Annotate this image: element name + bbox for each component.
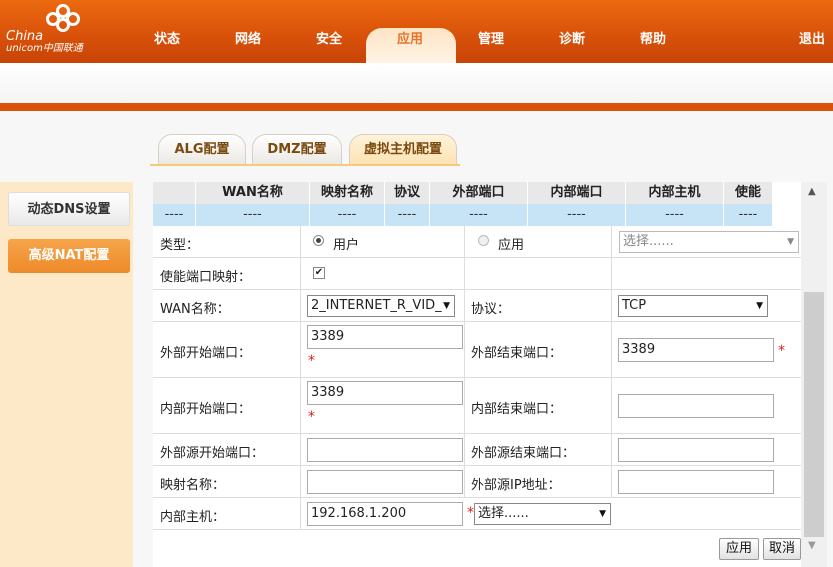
ext-end-input[interactable]: 3389 (618, 338, 774, 362)
nav-item-management[interactable]: 管理 (478, 32, 504, 48)
table-cell: ---- (724, 204, 773, 226)
table-header-external-port: 外部端口 (430, 182, 528, 204)
int-start-label: 内部开始端口： (160, 402, 252, 417)
chevron-down-icon: ▼ (756, 301, 763, 311)
cancel-button[interactable]: 取消 (763, 538, 801, 560)
top-navigation-bar: China unicom中国联通 状态 网络 安全 应用 管理 诊断 帮助 退出 (0, 0, 833, 63)
sidebar-item-advanced-nat[interactable]: 高级NAT配置 (8, 239, 130, 273)
type-user-radio[interactable] (313, 235, 324, 246)
table-cell: ---- (196, 204, 310, 226)
sub-navigation-bar (0, 63, 833, 103)
tab-alg-config[interactable]: ALG配置 (158, 134, 246, 164)
protocol-select-value: TCP (622, 298, 647, 313)
logo-text-line1: China (6, 29, 44, 44)
src-start-input[interactable] (307, 438, 463, 462)
table-cell: ---- (528, 204, 626, 226)
nav-item-security[interactable]: 安全 (316, 32, 342, 48)
form-row-external-ports: 外部开始端口： 3389 * 外部结束端口： 3389 * (153, 322, 801, 378)
int-end-label: 内部结束端口： (471, 402, 563, 417)
scrollbar-thumb[interactable] (804, 292, 824, 537)
chevron-down-icon: ▼ (443, 301, 450, 311)
int-end-input[interactable] (618, 394, 774, 418)
form-row-wan: WAN名称： 2_INTERNET_R_VID_ ▼ 协议： TCP ▼ (153, 290, 801, 322)
divider-line (0, 103, 833, 111)
src-end-label: 外部源结束端口： (471, 446, 576, 461)
logo-text-line2: unicom中国联通 (6, 43, 83, 54)
main-panel: WAN名称 映射名称 协议 外部端口 内部端口 内部主机 使能 ---- ---… (153, 182, 801, 567)
mapping-name-input[interactable] (307, 470, 463, 494)
unicom-knot-icon (46, 4, 92, 34)
tab-virtual-host-config[interactable]: 虚拟主机配置 (349, 134, 457, 164)
nav-item-network[interactable]: 网络 (235, 32, 261, 48)
scroll-down-arrow-icon[interactable]: ▼ (808, 540, 816, 551)
required-marker: * (308, 409, 315, 425)
table-cell: ---- (310, 204, 385, 226)
ext-start-label: 外部开始端口： (160, 346, 252, 361)
form-row-mapping-name: 映射名称： 外部源IP地址： (153, 466, 801, 498)
int-host-input[interactable]: 192.168.1.200 (307, 502, 463, 526)
enable-port-label: 使能端口映射： (160, 270, 252, 285)
src-end-input[interactable] (618, 438, 774, 462)
sidebar: 动态DNS设置 高级NAT配置 (0, 182, 133, 567)
wan-select-value: 2_INTERNET_R_VID_ (311, 298, 442, 313)
chevron-down-icon: ▼ (599, 509, 606, 519)
vertical-scrollbar[interactable]: ▲ ▼ (801, 182, 827, 567)
tab-dmz-config[interactable]: DMZ配置 (252, 134, 342, 164)
scroll-up-arrow-icon[interactable]: ▲ (808, 186, 816, 197)
nav-item-application[interactable]: 应用 (397, 32, 423, 48)
table-header-wan-name: WAN名称 (196, 182, 310, 204)
table-header-protocol: 协议 (385, 182, 430, 204)
table-header-enable: 使能 (724, 182, 773, 204)
src-ip-label: 外部源IP地址： (471, 478, 561, 493)
apply-button[interactable]: 应用 (719, 538, 759, 560)
type-app-label: 应用 (498, 238, 525, 253)
wan-select[interactable]: 2_INTERNET_R_VID_ ▼ (307, 295, 455, 317)
int-start-input[interactable]: 3389 (307, 381, 463, 405)
form-row-type: 类型： 用户 应用 选择...... ▼ (153, 226, 801, 258)
table-header-mapping-name: 映射名称 (310, 182, 385, 204)
required-marker: * (467, 505, 474, 521)
int-host-select[interactable]: 选择...... ▼ (474, 503, 611, 525)
logout-link[interactable]: 退出 (799, 32, 825, 48)
form-row-internal-host: 内部主机： 192.168.1.200 * 选择...... ▼ (153, 498, 801, 530)
table-header-internal-host: 内部主机 (626, 182, 724, 204)
china-unicom-logo: China unicom中国联通 (6, 4, 96, 58)
form-row-internal-ports: 内部开始端口： 3389 * 内部结束端口： (153, 378, 801, 434)
int-host-select-value: 选择...... (478, 506, 529, 521)
type-app-radio[interactable] (478, 235, 489, 246)
enable-port-checkbox[interactable]: ✔ (313, 267, 325, 279)
chevron-down-icon: ▼ (787, 237, 794, 247)
table-cell: ---- (153, 204, 196, 226)
src-ip-input[interactable] (618, 470, 774, 494)
protocol-select[interactable]: TCP ▼ (618, 295, 768, 317)
ext-end-label: 外部结束端口： (471, 346, 563, 361)
protocol-label: 协议： (471, 302, 511, 317)
mapping-name-label: 映射名称： (160, 478, 226, 493)
ext-start-input[interactable]: 3389 (307, 325, 463, 349)
nav-item-status[interactable]: 状态 (154, 32, 180, 48)
type-label: 类型： (160, 238, 200, 253)
table-header-internal-port: 内部端口 (528, 182, 626, 204)
table-cell: ---- (626, 204, 724, 226)
type-user-label: 用户 (333, 238, 360, 253)
int-host-label: 内部主机： (160, 510, 226, 525)
table-header-row: WAN名称 映射名称 协议 外部端口 内部端口 内部主机 使能 (153, 182, 773, 204)
sidebar-item-ddns[interactable]: 动态DNS设置 (8, 192, 130, 226)
form-row-enable-port: 使能端口映射： ✔ (153, 258, 801, 290)
table-cell: ---- (430, 204, 528, 226)
type-app-select-value: 选择...... (623, 234, 674, 249)
table-row[interactable]: ---- ---- ---- ---- ---- ---- ---- ---- (153, 204, 773, 226)
form-row-source-ports: 外部源开始端口： 外部源结束端口： (153, 434, 801, 466)
required-marker: * (778, 343, 785, 359)
src-start-label: 外部源开始端口： (160, 446, 265, 461)
nav-item-diagnostics[interactable]: 诊断 (559, 32, 585, 48)
wan-label: WAN名称： (160, 302, 230, 317)
type-app-select[interactable]: 选择...... ▼ (619, 231, 799, 253)
table-header-select (153, 182, 196, 204)
nav-item-help[interactable]: 帮助 (640, 32, 666, 48)
tab-underline (150, 164, 460, 166)
table-cell: ---- (385, 204, 430, 226)
required-marker: * (308, 353, 315, 369)
